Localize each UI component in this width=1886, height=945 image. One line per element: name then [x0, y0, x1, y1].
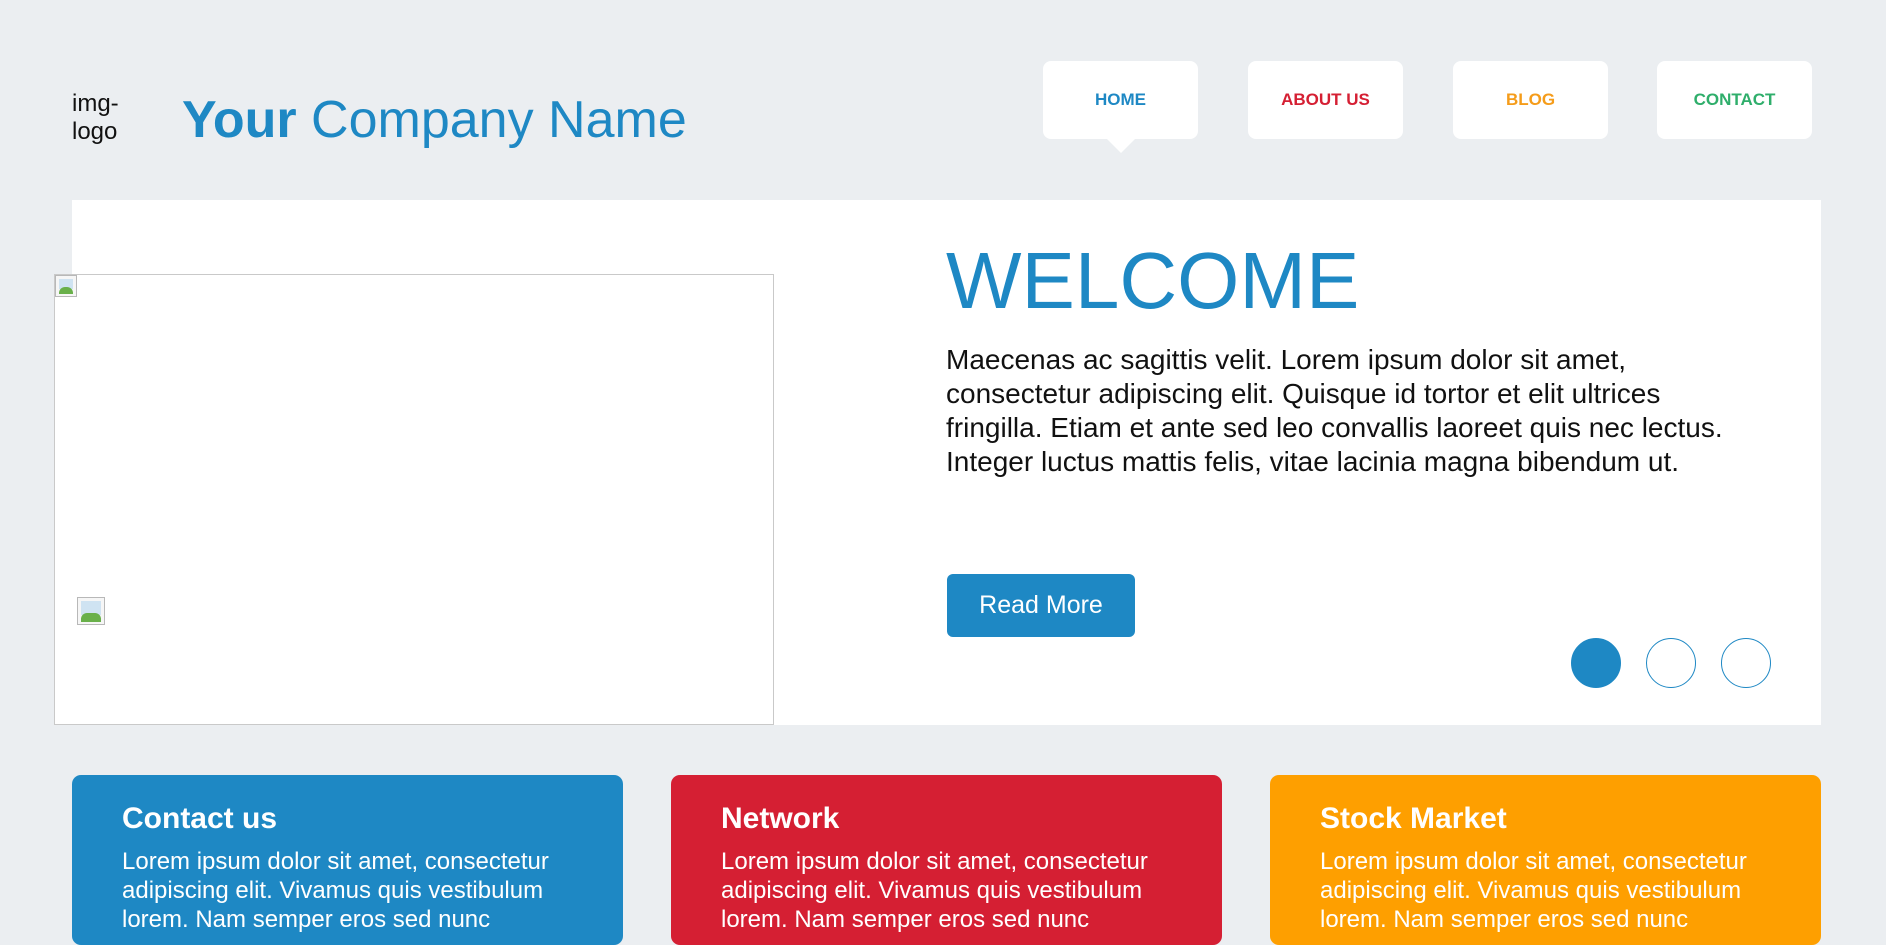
nav-about-us[interactable]: ABOUT US	[1248, 61, 1403, 139]
card-network: Network Lorem ipsum dolor sit amet, cons…	[671, 775, 1222, 945]
card-text: Lorem ipsum dolor sit amet, consectetur …	[1320, 848, 1747, 933]
company-name-bold: Your	[182, 91, 297, 149]
company-name: Your Company Name	[182, 88, 687, 152]
welcome-text: Maecenas ac sagittis velit. Lorem ipsum …	[946, 344, 1723, 477]
card-title: Stock Market	[1320, 802, 1507, 835]
company-name-rest: Company Name	[311, 91, 687, 149]
broken-image-icon	[55, 275, 77, 297]
welcome-title: WELCOME	[946, 236, 1360, 325]
card-text: Lorem ipsum dolor sit amet, consectetur …	[122, 848, 549, 933]
slider-dot-3[interactable]	[1721, 638, 1771, 688]
slide-image	[54, 274, 774, 725]
card-contact-us: Contact us Lorem ipsum dolor sit amet, c…	[72, 775, 623, 945]
nav-blog[interactable]: BLOG	[1453, 61, 1608, 139]
read-more-button[interactable]: Read More	[947, 574, 1135, 637]
nav-home[interactable]: HOME	[1043, 61, 1198, 153]
slider-dot-2[interactable]	[1646, 638, 1696, 688]
card-text: Lorem ipsum dolor sit amet, consectetur …	[721, 848, 1148, 933]
card-title: Network	[721, 802, 840, 835]
slider-dot-1[interactable]	[1571, 638, 1621, 688]
logo-image-alt: img-logo	[72, 90, 119, 145]
card-stock-market: Stock Market Lorem ipsum dolor sit amet,…	[1270, 775, 1821, 945]
broken-image-icon	[77, 597, 105, 625]
card-title: Contact us	[122, 802, 278, 835]
nav-contact[interactable]: CONTACT	[1657, 61, 1812, 139]
